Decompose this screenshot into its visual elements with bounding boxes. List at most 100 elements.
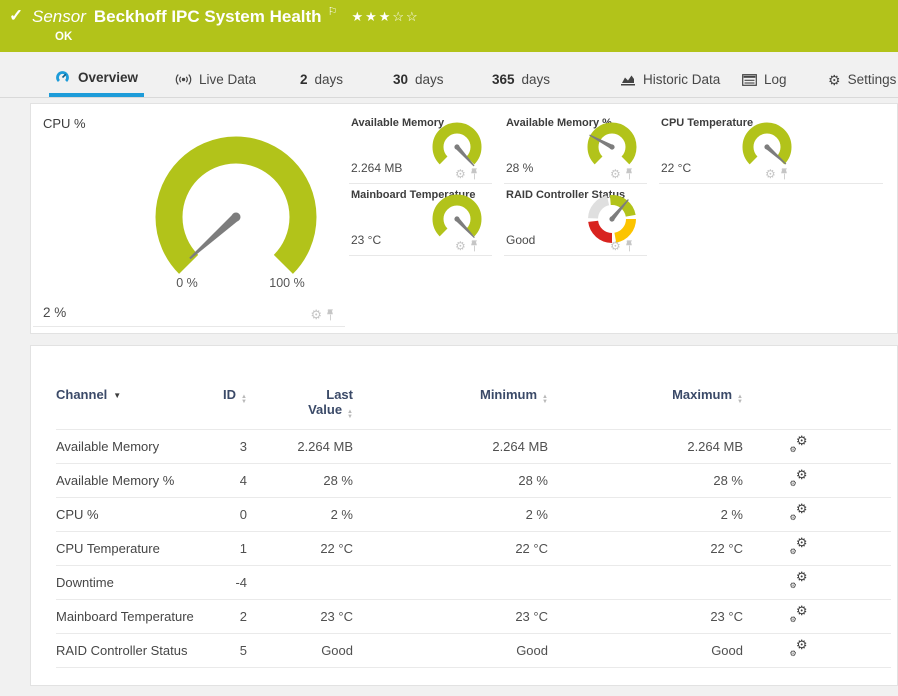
column-header-id[interactable]: ID▲▼ — [201, 387, 251, 429]
gauge-settings-gear-icon[interactable]: ⚙ — [610, 240, 621, 252]
gauge-icon — [55, 70, 71, 85]
gauge-settings-gear-icon[interactable]: ⚙ — [310, 308, 322, 321]
gauge-corner-icons[interactable]: ⚙ — [455, 240, 479, 252]
tab-label: Historic Data — [643, 72, 720, 87]
cell-id: 3 — [201, 439, 251, 454]
cell-minimum: 28 % — [361, 473, 556, 488]
channels-table-header: Channel▼ ID▲▼ Last Value▲▼ Minimum▲▼ Max… — [56, 371, 891, 429]
broadcast-icon — [175, 73, 192, 86]
tab-label: Settings — [848, 72, 897, 87]
cell-minimum: 22 °C — [361, 541, 556, 556]
tab-historic-data[interactable]: Historic Data — [614, 62, 726, 97]
available-memory-gauge — [585, 119, 639, 173]
gauge-tile-cpu-percent[interactable]: CPU % 0 % 100 % 2 % ⚙ — [33, 104, 345, 327]
tab-365-days[interactable]: 365days — [486, 62, 556, 97]
tab-number: 365 — [492, 72, 515, 87]
cell-channel: Mainboard Temperature — [56, 609, 201, 624]
table-row-downtime: Downtime -4 ⚙⚙ — [56, 565, 891, 599]
gauge-settings-gear-icon[interactable]: ⚙ — [455, 240, 466, 252]
channel-settings-icon[interactable]: ⚙⚙ — [790, 641, 808, 657]
channels-table-rows: Available Memory 3 2.264 MB 2.264 MB 2.2… — [56, 429, 891, 667]
sort-icon: ▲▼ — [347, 410, 353, 420]
cell-channel: RAID Controller Status — [56, 643, 201, 658]
channel-settings-icon[interactable]: ⚙⚙ — [790, 607, 808, 623]
cell-minimum: Good — [361, 643, 556, 658]
available-memory-gauge — [430, 119, 484, 173]
page-title: Beckhoff IPC System Health — [94, 7, 322, 26]
cell-minimum: 23 °C — [361, 609, 556, 624]
channel-settings-icon[interactable]: ⚙⚙ — [790, 437, 808, 453]
tab-30-days[interactable]: 30days — [387, 62, 450, 97]
channel-settings-icon[interactable]: ⚙⚙ — [790, 573, 808, 589]
gauge-settings-gear-icon[interactable]: ⚙ — [455, 168, 466, 180]
cell-maximum: 2 % — [556, 507, 751, 522]
priority-stars[interactable]: ★★★☆☆ — [351, 9, 419, 24]
gauge-value: 23 °C — [351, 233, 381, 247]
sensor-titleline: SensorBeckhoff IPC System Health⚐★★★☆☆ — [32, 5, 420, 27]
gauge-tile-available-memory[interactable]: Available Memory 2.264 MB ⚙ — [349, 112, 492, 184]
cell-maximum: 22 °C — [556, 541, 751, 556]
channel-settings-icon[interactable]: ⚙⚙ — [790, 505, 808, 521]
mainboard-temperature-gauge — [430, 191, 484, 245]
cell-last-value: 22 °C — [251, 541, 361, 556]
gauge-value: 22 °C — [661, 161, 691, 175]
gauge-settings-gear-icon[interactable]: ⚙ — [610, 168, 621, 180]
tab-bar: Overview Live Data 2days 30days 365days His… — [0, 62, 898, 98]
tab-overview[interactable]: Overview — [49, 62, 144, 97]
gauge-tile-raid-controller-status[interactable]: RAID Controller Status Good ⚙ — [504, 184, 647, 256]
gauge-value: 2.264 MB — [351, 161, 402, 175]
column-header-last-value[interactable]: Last Value▲▼ — [251, 387, 361, 429]
pin-icon — [625, 168, 634, 180]
tab-2-days[interactable]: 2days — [294, 62, 349, 97]
tab-settings[interactable]: ⚙Settings — [822, 62, 898, 97]
pin-icon — [625, 240, 634, 252]
cell-last-value: 28 % — [251, 473, 361, 488]
sort-icon: ▲▼ — [241, 395, 247, 405]
channels-panel: Channel▼ ID▲▼ Last Value▲▼ Minimum▲▼ Max… — [30, 345, 898, 686]
cell-channel: CPU % — [56, 507, 201, 522]
table-row-mainboard-temperature: Mainboard Temperature 2 23 °C 23 °C 23 °… — [56, 599, 891, 633]
cell-last-value: 2.264 MB — [251, 439, 361, 454]
tab-label: Log — [764, 72, 787, 87]
tab-number: 2 — [300, 72, 308, 87]
gauge-scale-max: 100 % — [269, 276, 304, 290]
cell-id: 4 — [201, 473, 251, 488]
primary-gauge-value: 2 % — [43, 305, 66, 320]
gauge-corner-icons[interactable]: ⚙ — [610, 168, 634, 180]
cell-maximum: 2.264 MB — [556, 439, 751, 454]
gauge-corner-icons[interactable]: ⚙ — [765, 168, 789, 180]
gauge-tile-cpu-temperature[interactable]: CPU Temperature 22 °C ⚙ — [659, 112, 883, 184]
column-header-maximum[interactable]: Maximum▲▼ — [556, 387, 751, 429]
gauge-corner-icons[interactable]: ⚙ — [610, 240, 634, 252]
small-gauges-grid: Available Memory 2.264 MB ⚙ Available Me… — [349, 112, 895, 256]
cell-channel: Available Memory — [56, 439, 201, 454]
cell-minimum: 2.264 MB — [361, 439, 556, 454]
sensor-status-text: OK — [55, 31, 72, 43]
cell-channel: Downtime — [56, 575, 201, 590]
cell-id: -4 — [201, 575, 251, 590]
cell-channel: Available Memory % — [56, 473, 201, 488]
cell-last-value: 23 °C — [251, 609, 361, 624]
tab-live-data[interactable]: Live Data — [169, 62, 262, 97]
tab-log[interactable]: Log — [736, 62, 793, 97]
column-header-minimum[interactable]: Minimum▲▼ — [361, 387, 556, 429]
pin-icon — [470, 240, 479, 252]
sensor-header: ✓ SensorBeckhoff IPC System Health⚐★★★☆☆… — [0, 0, 898, 52]
column-header-channel[interactable]: Channel▼ — [56, 387, 201, 429]
cell-maximum: 23 °C — [556, 609, 751, 624]
channel-settings-icon[interactable]: ⚙⚙ — [790, 539, 808, 555]
historic-data-chart-icon — [620, 73, 636, 86]
gauge-tile-mainboard-temperature[interactable]: Mainboard Temperature 23 °C ⚙ — [349, 184, 492, 256]
cell-id: 2 — [201, 609, 251, 624]
cell-channel: CPU Temperature — [56, 541, 201, 556]
gauge-tile-available-memory[interactable]: Available Memory % 28 % ⚙ — [504, 112, 647, 184]
gauge-corner-icons[interactable]: ⚙ — [455, 168, 479, 180]
gauge-corner-icons[interactable]: ⚙ — [310, 308, 335, 321]
sort-icon: ▲▼ — [542, 395, 548, 405]
channel-settings-icon[interactable]: ⚙⚙ — [790, 471, 808, 487]
tab-label: Overview — [78, 70, 138, 85]
cell-maximum: 28 % — [556, 473, 751, 488]
priority-flag-icon[interactable]: ⚐ — [328, 6, 338, 18]
tab-label: Live Data — [199, 72, 256, 87]
gauge-settings-gear-icon[interactable]: ⚙ — [765, 168, 776, 180]
